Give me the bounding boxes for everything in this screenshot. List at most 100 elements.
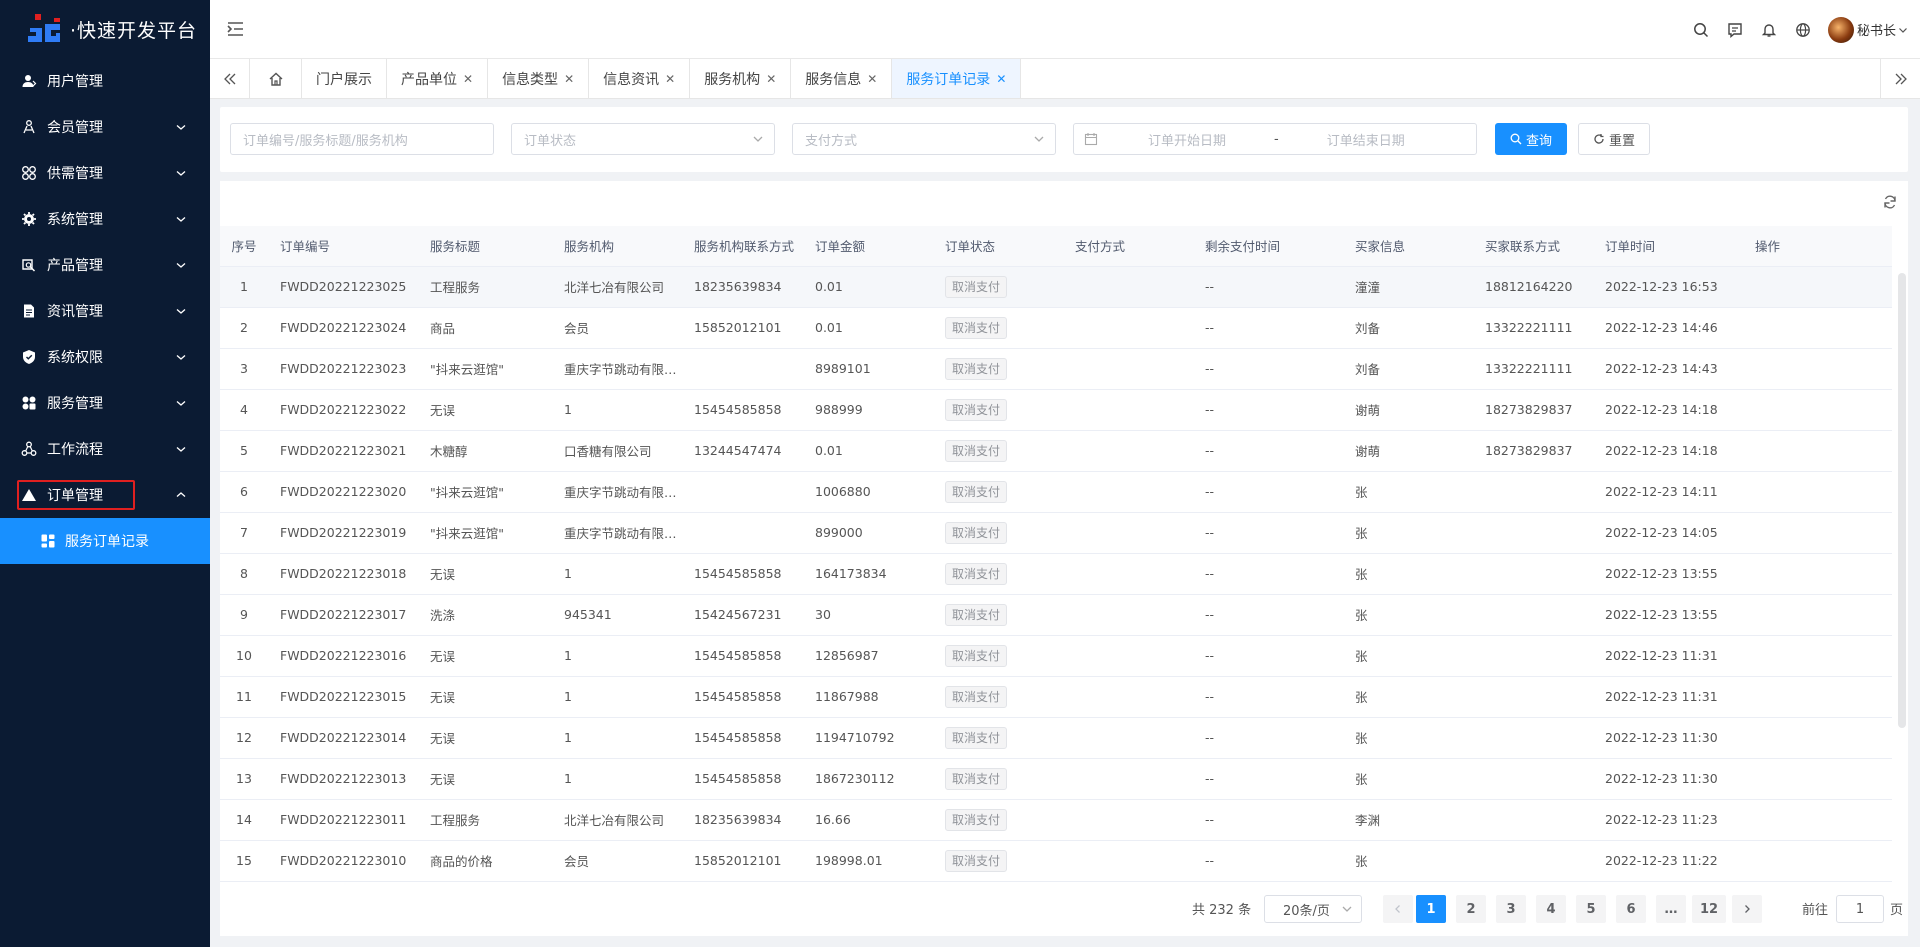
table-cell: 1867230112	[803, 758, 933, 800]
tab-home[interactable]	[250, 59, 302, 98]
tab-label: 服务机构	[704, 71, 761, 88]
table-cell: FWDD20221223011	[268, 799, 418, 841]
close-icon[interactable]: ✕	[665, 72, 675, 86]
page-button-1[interactable]: 1	[1416, 895, 1446, 923]
chevron-down-icon[interactable]	[1898, 25, 1908, 35]
bell-icon[interactable]	[1760, 21, 1778, 39]
search-icon	[1510, 133, 1522, 145]
tab-4[interactable]: 服务机构 ✕	[690, 59, 792, 98]
chevron-left-icon	[1395, 905, 1400, 913]
order-status-cell: 取消支付	[933, 307, 1063, 349]
table-row[interactable]: 3 FWDD20221223023 "抖来云逛馆" 重庆字节跳动有限公司 8989101…	[220, 348, 1892, 390]
table-cell	[1473, 553, 1593, 595]
more-pages-icon[interactable]: …	[1656, 895, 1686, 923]
table-row[interactable]: 6 FWDD20221223020 "抖来云逛馆" 重庆字节跳动有限公司 1006880…	[220, 471, 1892, 513]
search-button[interactable]: 查询	[1495, 123, 1567, 155]
sidebar-item-6[interactable]: 系统权限	[0, 334, 210, 380]
table-cell: 无误	[418, 553, 552, 595]
table-cell: 会员	[552, 840, 682, 882]
order-status-cell: 取消支付	[933, 430, 1063, 472]
page-button-12[interactable]: 12	[1692, 895, 1726, 923]
sidebar-item-7[interactable]: 服务管理	[0, 380, 210, 426]
table-cell	[1063, 717, 1193, 759]
table-scrollbar[interactable]	[1898, 273, 1906, 728]
avatar[interactable]	[1827, 16, 1854, 43]
table-row[interactable]: 2 FWDD20221223024 商品 会员 15852012101 0.01 取消支付 -…	[220, 307, 1892, 349]
goto-page-input[interactable]	[1836, 895, 1884, 923]
pay-method-select[interactable]: 支付方式	[792, 123, 1056, 155]
sidebar-item-label: 资讯管理	[47, 304, 103, 320]
order-status-cell: 取消支付	[933, 348, 1063, 390]
table-row[interactable]: 8 FWDD20221223018 无误 1 15454585858 164173834 取…	[220, 553, 1892, 595]
globe-icon[interactable]	[1794, 21, 1812, 39]
keyword-input[interactable]: 订单编号/服务标题/服务机构	[230, 123, 494, 155]
table-cell: --	[1193, 430, 1343, 472]
start-date-placeholder[interactable]: 订单开始日期	[1148, 130, 1226, 149]
table-cell	[1743, 389, 1892, 431]
refresh-icon[interactable]	[1882, 194, 1900, 212]
sidebar-item-label: 系统管理	[47, 212, 103, 228]
column-header: 服务标题	[418, 226, 552, 267]
search-icon[interactable]	[1692, 21, 1710, 39]
sidebar-item-3[interactable]: 系统管理	[0, 196, 210, 242]
close-icon[interactable]: ✕	[867, 72, 877, 86]
date-range-picker[interactable]: 订单开始日期 - 订单结束日期	[1073, 123, 1477, 155]
sidebar-item-5[interactable]: 资讯管理	[0, 288, 210, 334]
tabs-scroll-left-icon[interactable]	[210, 59, 250, 98]
table-cell: "抖来云逛馆"	[418, 471, 552, 513]
page-button-3[interactable]: 3	[1496, 895, 1526, 923]
table-row[interactable]: 13 FWDD20221223013 无误 1 15454585858 186723011…	[220, 758, 1892, 800]
page-button-6[interactable]: 6	[1616, 895, 1646, 923]
tab-2[interactable]: 信息类型 ✕	[488, 59, 590, 98]
table-row[interactable]: 15 FWDD20221223010 商品的价格 会员 15852012101 19899…	[220, 840, 1892, 882]
sidebar-item-1[interactable]: 会员管理	[0, 104, 210, 150]
app-logo: ·快速开发平台	[0, 0, 210, 58]
page-button-4[interactable]: 4	[1536, 895, 1566, 923]
table-cell: 18273829837	[1473, 389, 1593, 431]
table-row[interactable]: 14 FWDD20221223011 工程服务 北洋七冶有限公司 18235639834…	[220, 799, 1892, 841]
collapse-menu-icon[interactable]	[226, 20, 246, 38]
message-icon[interactable]	[1726, 21, 1744, 39]
document-icon	[20, 302, 38, 320]
close-icon[interactable]: ✕	[996, 72, 1006, 86]
table-row[interactable]: 9 FWDD20221223017 洗涤 945341 15424567231 30 取消支…	[220, 594, 1892, 636]
table-row[interactable]: 10 FWDD20221223016 无误 1 15454585858 12856987 取…	[220, 635, 1892, 677]
table-row[interactable]: 7 FWDD20221223019 "抖来云逛馆" 重庆字节跳动有限公司 899000 取…	[220, 512, 1892, 554]
tab-0[interactable]: 门户展示	[302, 59, 387, 98]
user-name[interactable]: 秘书长	[1857, 20, 1896, 39]
tab-bar: 门户展示 产品单位 ✕ 信息类型 ✕ 信息资讯 ✕ 服务机构 ✕ 服务信息 ✕ 服务订单记录 ✕	[210, 59, 1920, 99]
table-row[interactable]: 12 FWDD20221223014 无误 1 15454585858 119471079…	[220, 717, 1892, 759]
next-page-button[interactable]	[1732, 895, 1762, 923]
end-date-placeholder[interactable]: 订单结束日期	[1327, 130, 1405, 149]
page-button-5[interactable]: 5	[1576, 895, 1606, 923]
close-icon[interactable]: ✕	[463, 72, 473, 86]
sidebar-item-4[interactable]: 产品管理	[0, 242, 210, 288]
page-button-2[interactable]: 2	[1456, 895, 1486, 923]
close-icon[interactable]: ✕	[564, 72, 574, 86]
table-row[interactable]: 4 FWDD20221223022 无误 1 15454585858 988999 取消支付…	[220, 389, 1892, 431]
tab-3[interactable]: 信息资讯 ✕	[589, 59, 691, 98]
sidebar-subitem-label: 服务订单记录	[65, 534, 149, 550]
table-row[interactable]: 5 FWDD20221223021 木糖醇 口香糖有限公司 13244547474 0.0…	[220, 430, 1892, 472]
column-header: 剩余支付时间	[1193, 226, 1343, 267]
column-header: 订单状态	[933, 226, 1063, 267]
reset-button[interactable]: 重置	[1578, 123, 1650, 155]
table-row[interactable]: 11 FWDD20221223015 无误 1 15454585858 11867988 取…	[220, 676, 1892, 718]
tabs-scroll-right-icon[interactable]	[1880, 59, 1920, 98]
sidebar-item-0[interactable]: 用户管理	[0, 58, 210, 104]
page-size-select[interactable]: 20条/页	[1264, 895, 1362, 923]
table-cell: 1	[552, 676, 682, 718]
close-icon[interactable]: ✕	[766, 72, 776, 86]
table-row[interactable]: 1 FWDD20221223025 工程服务 北洋七冶有限公司 18235639834 0…	[220, 266, 1892, 308]
sidebar-item-9[interactable]: 订单管理	[0, 472, 210, 518]
prev-page-button[interactable]	[1383, 895, 1413, 923]
tab-5[interactable]: 服务信息 ✕	[791, 59, 893, 98]
sidebar-item-8[interactable]: 工作流程	[0, 426, 210, 472]
sidebar-item-2[interactable]: 供需管理	[0, 150, 210, 196]
table-cell	[1063, 635, 1193, 677]
table-cell	[1743, 430, 1892, 472]
tab-1[interactable]: 产品单位 ✕	[387, 59, 489, 98]
order-status-select[interactable]: 订单状态	[511, 123, 775, 155]
tab-6[interactable]: 服务订单记录 ✕	[892, 59, 1022, 98]
sidebar-subitem-service-orders[interactable]: 服务订单记录	[0, 518, 210, 564]
